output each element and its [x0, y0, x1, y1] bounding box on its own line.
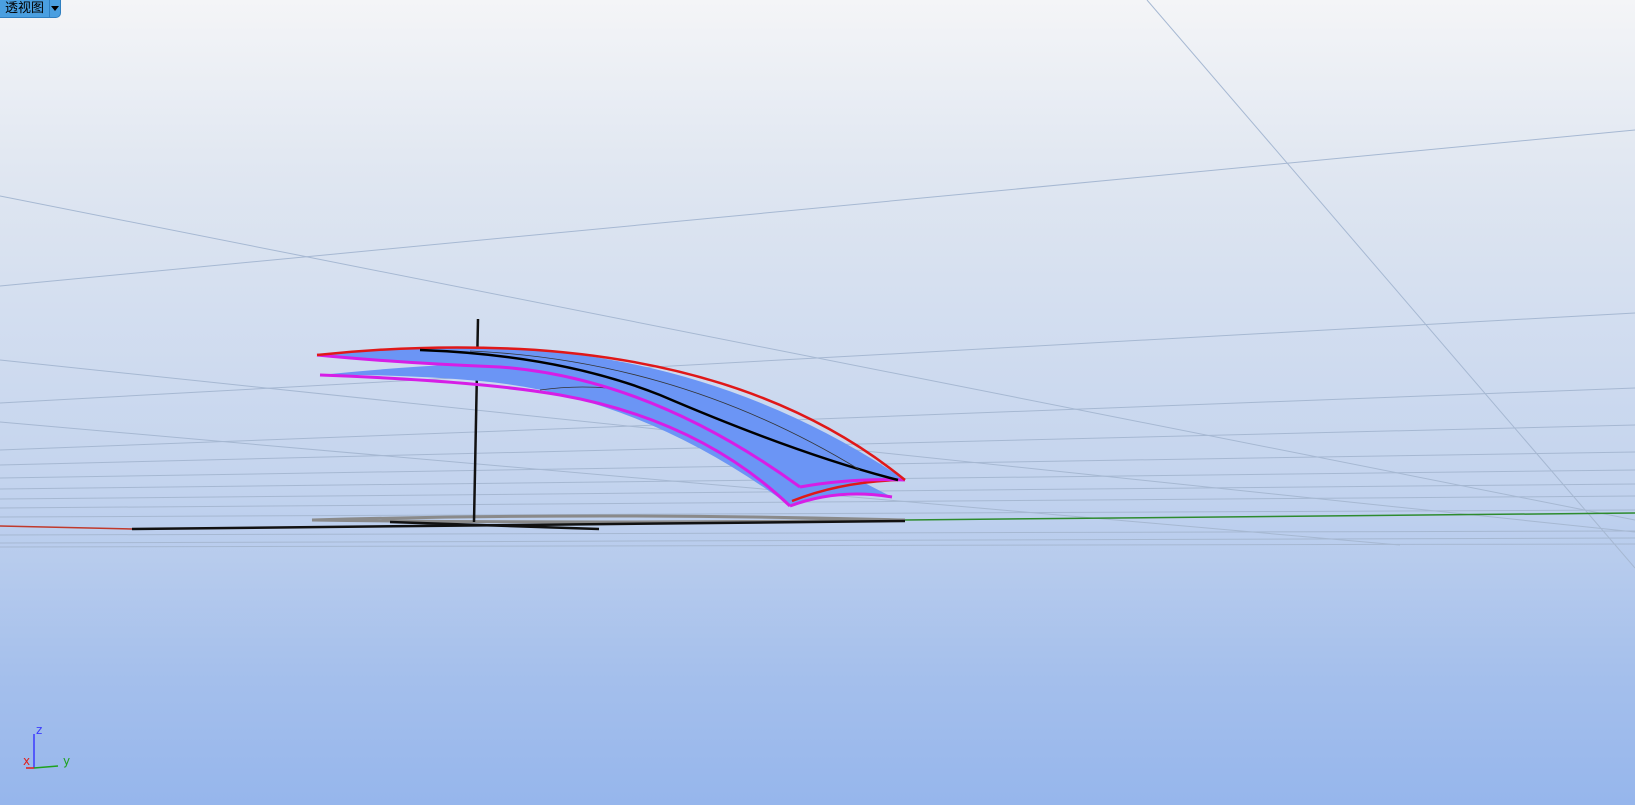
viewport-scene[interactable]: [0, 0, 1635, 805]
grid-line: [0, 537, 1635, 544]
world-x-axis: [0, 525, 133, 530]
grid-line: [0, 543, 1635, 548]
grid-line: [0, 312, 1635, 404]
y-axis-label: y: [63, 754, 71, 768]
x-axis-label: x: [23, 754, 31, 768]
grid-line: [1146, 0, 1635, 569]
perspective-viewport[interactable]: 透视图 z x y: [0, 0, 1635, 805]
viewport-title[interactable]: 透视图: [0, 0, 49, 17]
y-axis-line: [33, 765, 59, 769]
axis-orientation-widget: z x y: [18, 724, 78, 774]
world-y-axis: [904, 512, 1635, 521]
chevron-down-icon[interactable]: [49, 0, 60, 17]
grid-line: [0, 129, 1635, 287]
viewport-tab[interactable]: 透视图: [0, 0, 62, 18]
z-axis-label: z: [36, 723, 43, 737]
grid-line: [0, 530, 1635, 536]
